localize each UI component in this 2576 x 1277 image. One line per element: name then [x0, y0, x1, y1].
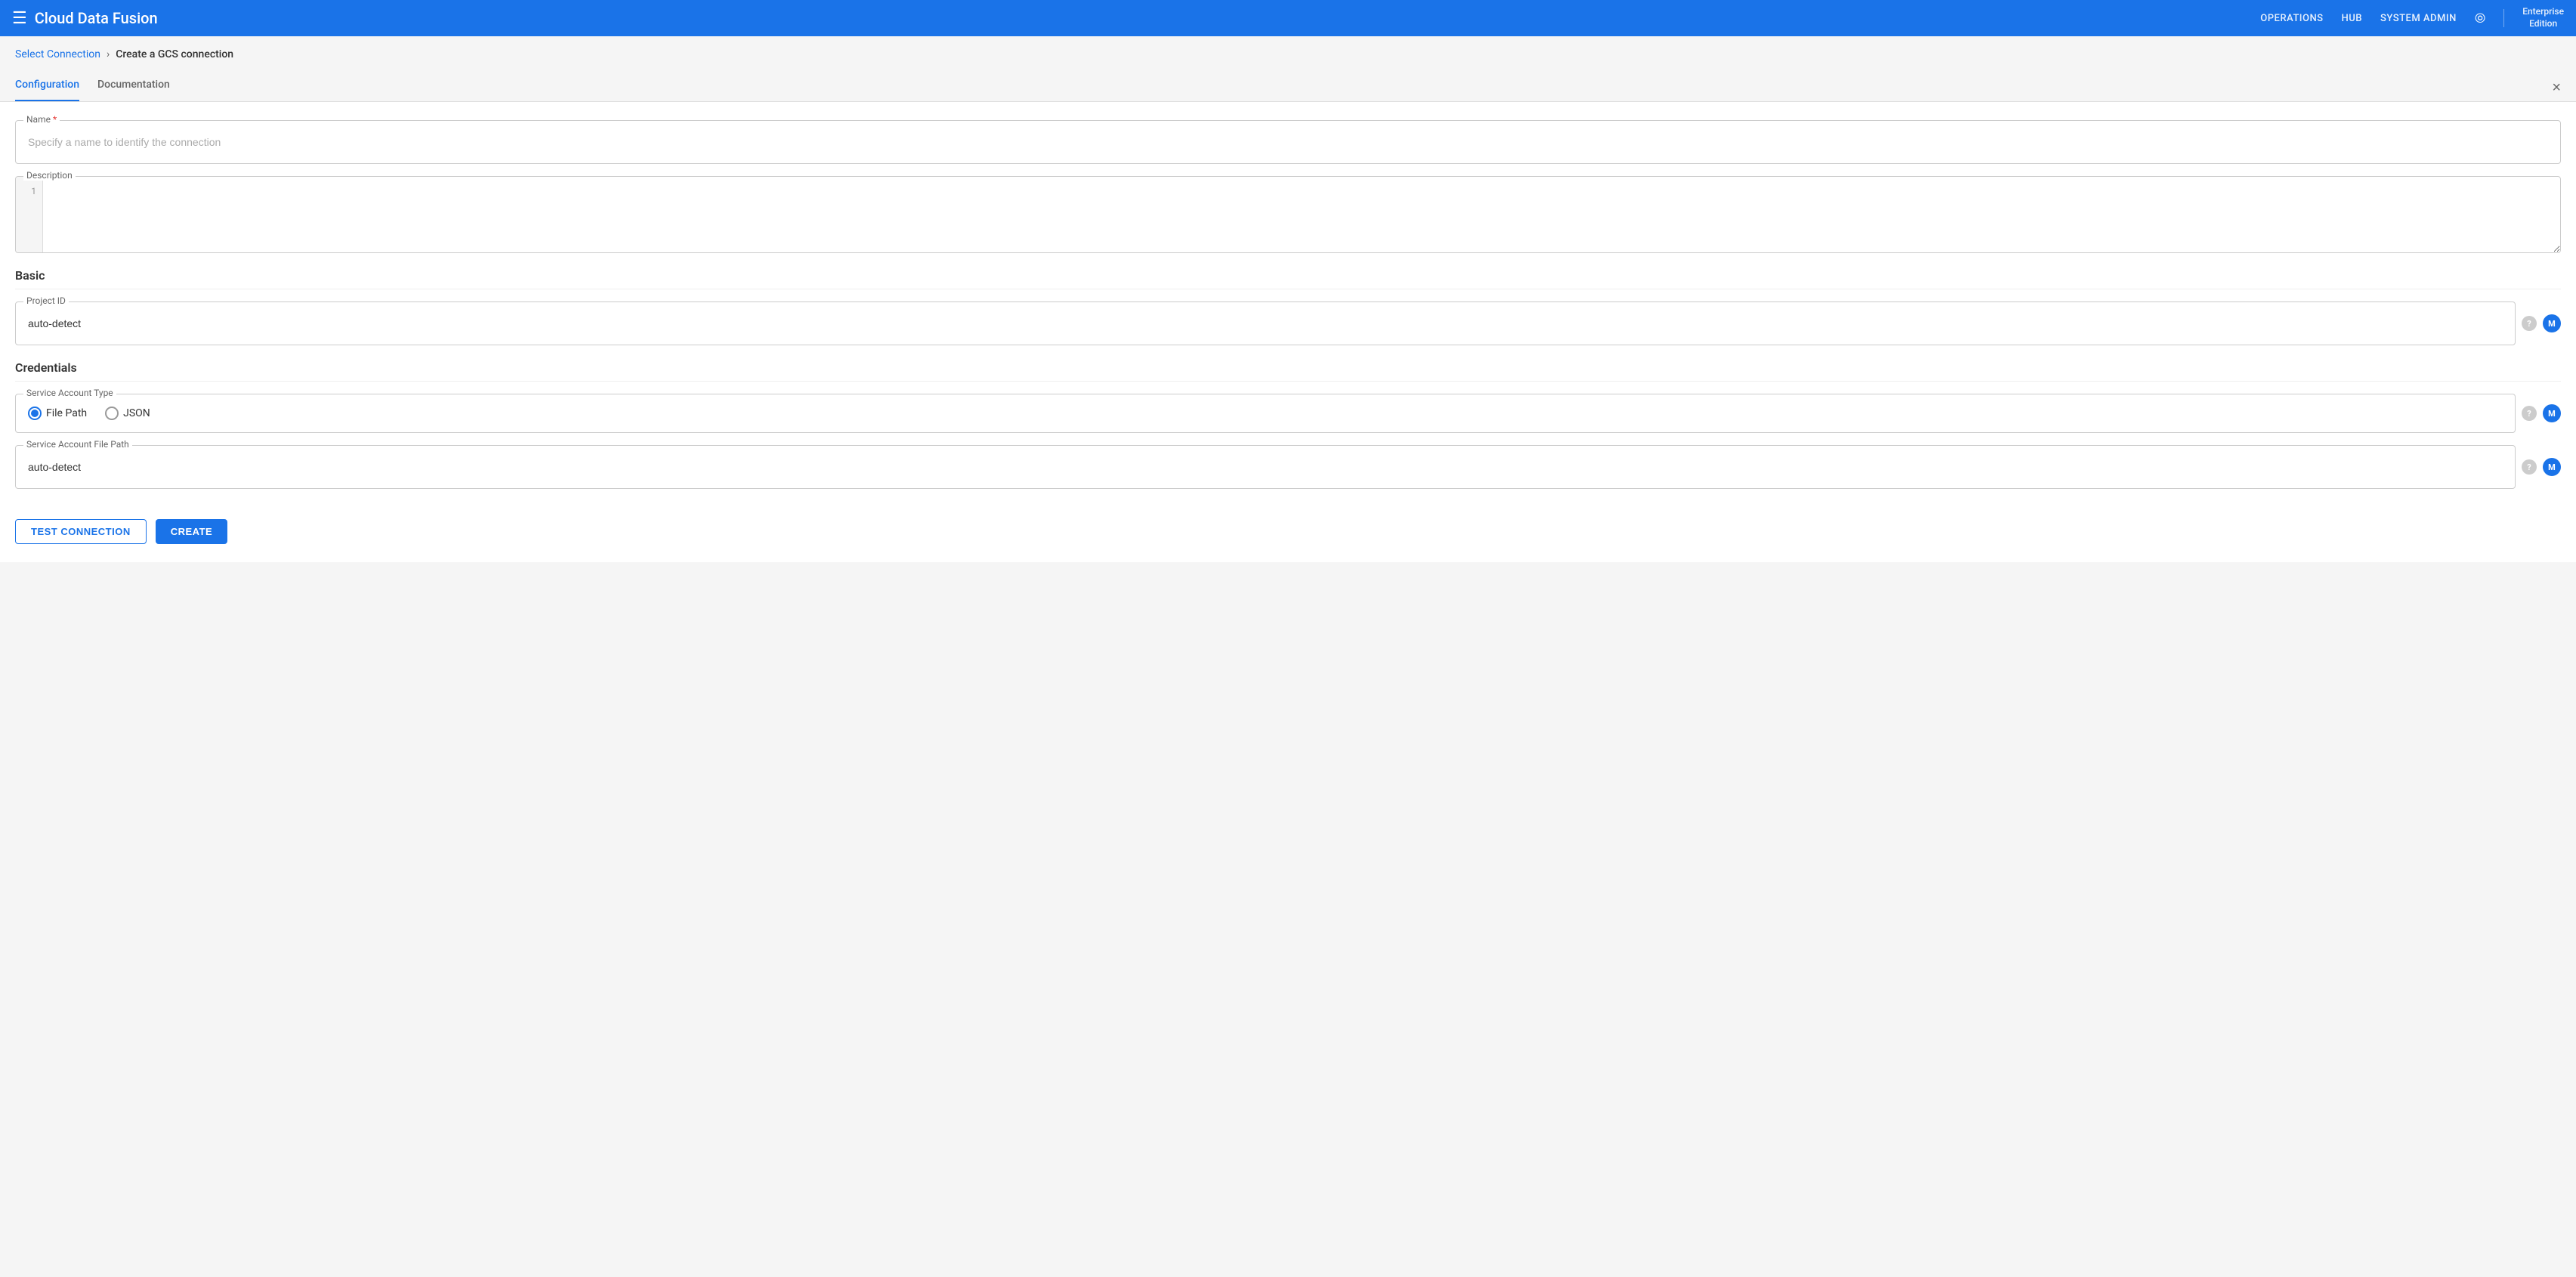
service-account-type-label: Service Account Type	[23, 388, 116, 398]
test-connection-button[interactable]: TEST CONNECTION	[15, 519, 147, 544]
line-numbers: 1	[16, 177, 43, 252]
name-label: Name *	[23, 114, 60, 125]
credentials-section-heading: Credentials	[15, 360, 2561, 382]
nav-system-admin[interactable]: SYSTEM ADMIN	[2380, 13, 2457, 24]
description-input[interactable]	[43, 177, 2560, 252]
nav-hub[interactable]: HUB	[2342, 13, 2362, 24]
action-buttons: TEST CONNECTION CREATE	[15, 507, 2561, 544]
breadcrumb-current-page: Create a GCS connection	[116, 48, 233, 60]
service-account-file-path-macro-icon[interactable]: M	[2543, 458, 2561, 476]
radio-json-label: JSON	[123, 407, 150, 419]
breadcrumb: Select Connection › Create a GCS connect…	[0, 36, 2576, 70]
main-content: Name * Description 1 Basic Project ID	[0, 102, 2576, 562]
nav-operations[interactable]: OPERATIONS	[2260, 13, 2323, 24]
share-icon[interactable]: ⦾	[2475, 11, 2485, 26]
service-account-type-help-icon[interactable]: ?	[2522, 406, 2537, 421]
project-id-input[interactable]	[28, 314, 2503, 332]
service-account-file-path-help-icon[interactable]: ?	[2522, 459, 2537, 475]
app-header: ☰ Cloud Data Fusion OPERATIONS HUB SYSTE…	[0, 0, 2576, 36]
breadcrumb-chevron: ›	[107, 48, 110, 60]
service-account-file-path-field-group: Service Account File Path	[15, 445, 2516, 489]
service-account-type-macro-icon[interactable]: M	[2543, 404, 2561, 422]
description-field-group: Description 1	[15, 176, 2561, 253]
basic-section-heading: Basic	[15, 268, 2561, 289]
close-button[interactable]: ×	[2552, 80, 2561, 95]
breadcrumb-select-connection[interactable]: Select Connection	[15, 48, 100, 60]
radio-file-path-circle	[28, 407, 42, 420]
radio-group-service-account-type: File Path JSON	[28, 407, 2503, 420]
project-id-macro-icon[interactable]: M	[2543, 314, 2561, 332]
radio-json-circle	[105, 407, 119, 420]
name-field-group: Name *	[15, 120, 2561, 164]
radio-file-path-label: File Path	[46, 407, 87, 419]
header-left: ☰ Cloud Data Fusion	[12, 9, 158, 28]
project-id-row: Project ID ? M	[15, 301, 2561, 345]
service-account-file-path-label: Service Account File Path	[23, 439, 132, 450]
app-logo: Cloud Data Fusion	[35, 9, 158, 27]
service-account-type-row: Service Account Type File Path JSON	[15, 394, 2561, 433]
create-button[interactable]: CREATE	[156, 519, 227, 544]
menu-icon[interactable]: ☰	[12, 9, 27, 28]
tab-bar: Configuration Documentation	[0, 70, 2576, 102]
service-account-file-path-row: Service Account File Path ? M	[15, 445, 2561, 489]
enterprise-edition-label: Enterprise Edition	[2522, 6, 2564, 29]
tab-configuration[interactable]: Configuration	[15, 70, 79, 101]
project-id-field-group: Project ID	[15, 301, 2516, 345]
project-id-label: Project ID	[23, 295, 69, 306]
project-id-help-icon[interactable]: ?	[2522, 316, 2537, 331]
description-label: Description	[23, 170, 76, 181]
header-right: OPERATIONS HUB SYSTEM ADMIN ⦾ Enterprise…	[2260, 6, 2564, 29]
radio-file-path[interactable]: File Path	[28, 407, 87, 420]
radio-json[interactable]: JSON	[105, 407, 150, 420]
service-account-file-path-input[interactable]	[28, 458, 2503, 476]
tab-documentation[interactable]: Documentation	[97, 70, 170, 101]
header-divider	[2503, 9, 2504, 27]
service-account-type-field-group: Service Account Type File Path JSON	[15, 394, 2516, 433]
name-input[interactable]	[28, 133, 2548, 151]
